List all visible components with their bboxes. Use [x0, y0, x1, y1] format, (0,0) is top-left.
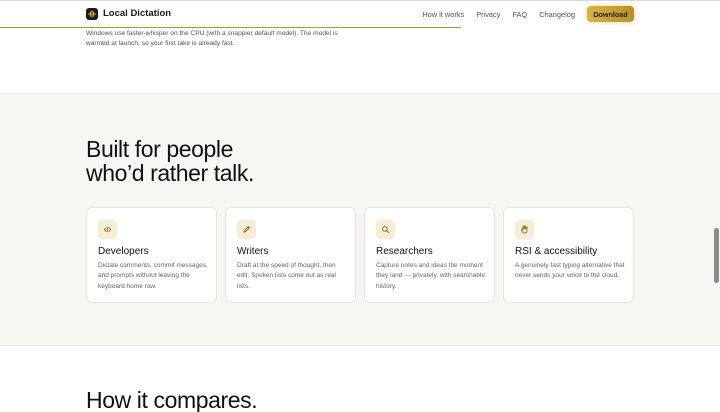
- pencil-icon: [237, 220, 256, 239]
- audience-heading: Built for people who’d rather talk.: [86, 137, 386, 185]
- card-title: RSI & accessibility: [515, 246, 598, 257]
- code-icon: [98, 220, 117, 239]
- card-description: Dictate comments, commit messages, and p…: [98, 262, 208, 290]
- page-scrollbar-thumb[interactable]: [714, 228, 719, 283]
- audience-heading-line2: who’d rather talk.: [86, 160, 254, 186]
- nav-link-how-it-works[interactable]: How it works: [422, 9, 464, 21]
- reading-progress-fill: [0, 27, 461, 28]
- nav-link-privacy[interactable]: Privacy: [476, 9, 500, 21]
- comparison-heading: How it compares.: [86, 387, 258, 412]
- waveform-logo-icon: [86, 8, 98, 20]
- card-title: Developers: [98, 246, 149, 257]
- audience-heading-line1: Built for people: [86, 136, 234, 162]
- card-title: Writers: [237, 246, 269, 257]
- brand[interactable]: Local Dictation: [86, 7, 171, 21]
- platform-note-text: Windows use faster-whisper on the CPU (w…: [86, 30, 338, 48]
- top-navigation: Local Dictation How it works Privacy FAQ…: [0, 0, 720, 27]
- brand-name: Local Dictation: [103, 8, 172, 19]
- reading-progress-bar: [0, 27, 720, 28]
- card-title: Researchers: [376, 246, 433, 257]
- nav-link-changelog[interactable]: Changelog: [539, 9, 575, 21]
- audience-section: Built for people who’d rather talk. Deve…: [0, 93, 720, 346]
- audience-card-developers: Developers Dictate comments, commit mess…: [86, 207, 217, 303]
- audience-card-rsi-accessibility: RSI & accessibility A genuinely fast typ…: [503, 207, 634, 303]
- hand-icon: [515, 220, 534, 239]
- audience-card-writers: Writers Draft at the speed of thought, t…: [225, 207, 356, 303]
- how-it-works-section-tail: Windows use faster-whisper on the CPU (w…: [0, 28, 720, 93]
- audience-card-researchers: Researchers Capture notes and ideas the …: [364, 207, 495, 303]
- card-description: Draft at the speed of thought, then edit…: [237, 262, 336, 290]
- card-description: Capture notes and ideas the moment they …: [376, 262, 485, 290]
- nav-link-faq[interactable]: FAQ: [512, 9, 527, 21]
- nav-links: How it works Privacy FAQ Changelog: [410, 9, 575, 21]
- download-button[interactable]: Download: [587, 6, 634, 22]
- card-description: A genuinely fast typing alternative that…: [515, 262, 625, 280]
- comparison-section: How it compares.: [0, 346, 720, 412]
- search-icon: [376, 220, 395, 239]
